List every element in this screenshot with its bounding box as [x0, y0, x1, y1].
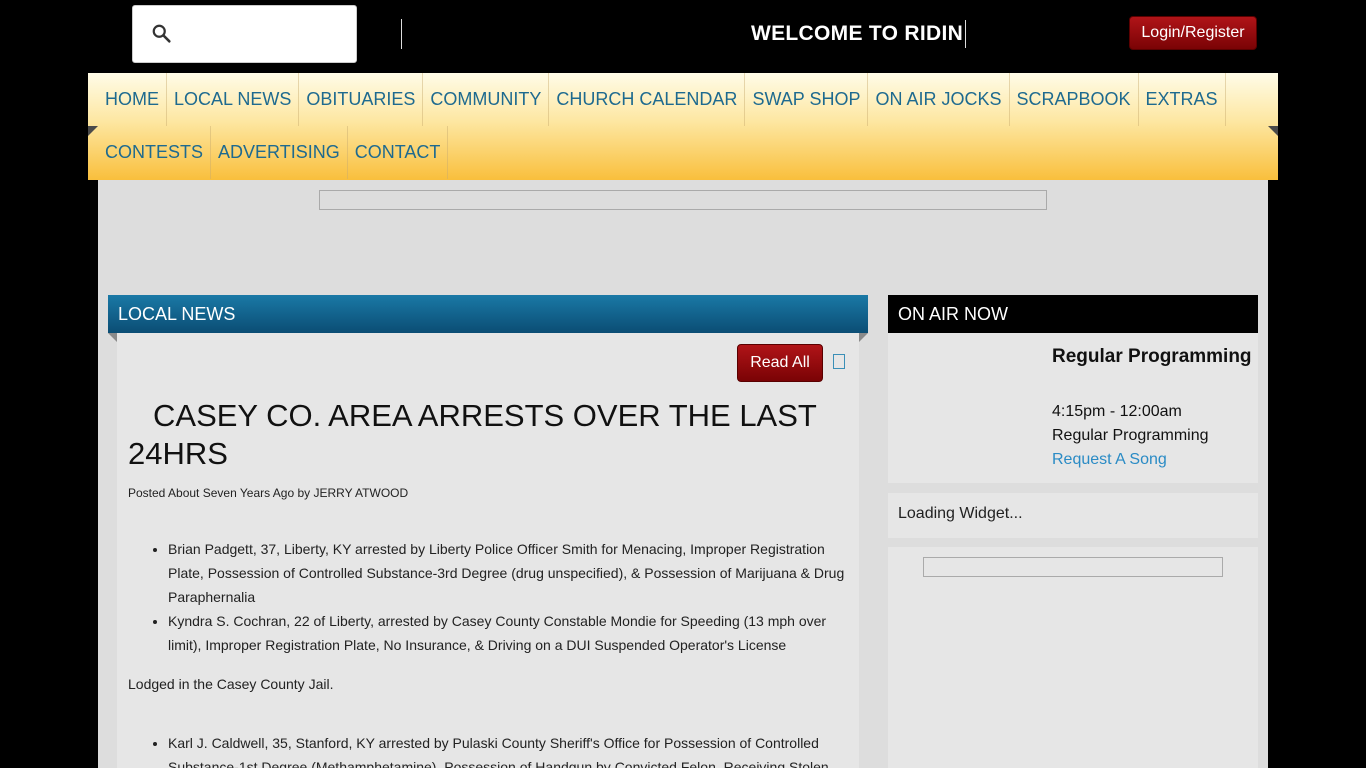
- nav-row-1: HOME LOCAL NEWS OBITUARIES COMMUNITY CHU…: [98, 73, 1226, 126]
- nav-corner-left: [88, 126, 98, 136]
- nav-on-air-jocks[interactable]: ON AIR JOCKS: [868, 73, 1010, 126]
- local-news-heading: LOCAL NEWS: [108, 295, 868, 333]
- widget-loading-text: Loading Widget...: [898, 505, 1023, 522]
- arrest-list-2: Karl J. Caldwell, 35, Stanford, KY arres…: [168, 731, 853, 768]
- nav-swap-shop[interactable]: SWAP SHOP: [745, 73, 869, 126]
- login-register-button[interactable]: Login/Register: [1129, 16, 1257, 50]
- sidebar-ad-panel: [888, 547, 1258, 768]
- request-song-link[interactable]: Request A Song: [1052, 451, 1167, 469]
- search-box[interactable]: [132, 5, 357, 63]
- nav-extras[interactable]: EXTRAS: [1139, 73, 1226, 126]
- on-air-heading: ON AIR NOW: [888, 295, 1258, 333]
- article-byline: Posted About Seven Years Ago by JERRY AT…: [128, 486, 409, 500]
- rss-icon[interactable]: [833, 354, 845, 369]
- article-title[interactable]: CASEY CO. AREA ARRESTS OVER THE LAST 24H…: [128, 397, 848, 473]
- nav-church-calendar[interactable]: CHURCH CALENDAR: [549, 73, 746, 126]
- list-item: Brian Padgett, 37, Liberty, KY arrested …: [168, 537, 853, 609]
- header-divider: [401, 19, 402, 49]
- panel-corner-left: [108, 333, 117, 342]
- nav-contact[interactable]: CONTACT: [348, 126, 449, 179]
- show-name: Regular Programming: [1052, 427, 1209, 444]
- nav-corner-right: [1268, 126, 1278, 136]
- search-icon[interactable]: [151, 23, 173, 45]
- search-input[interactable]: [183, 16, 348, 54]
- marquee-text: WELCOME TO RIDIN: [751, 22, 964, 45]
- banner-ad-image[interactable]: [319, 190, 1047, 210]
- welcome-marquee: WELCOME TO RIDIN: [751, 20, 966, 48]
- show-time: 4:15pm - 12:00am: [1052, 403, 1182, 420]
- nav-row-2: CONTESTS ADVERTISING CONTACT: [98, 126, 449, 179]
- nav-obituaries[interactable]: OBITUARIES: [299, 73, 424, 126]
- lodged-note: Lodged in the Casey County Jail.: [128, 676, 334, 692]
- list-item: Kyndra S. Cochran, 22 of Liberty, arrest…: [168, 609, 853, 657]
- nav-scrapbook[interactable]: SCRAPBOOK: [1010, 73, 1139, 126]
- nav-home[interactable]: HOME: [98, 73, 167, 126]
- read-all-button[interactable]: Read All: [737, 344, 823, 382]
- arrest-list-1: Brian Padgett, 37, Liberty, KY arrested …: [168, 537, 853, 657]
- nav-contests[interactable]: CONTESTS: [98, 126, 212, 179]
- nav-community[interactable]: COMMUNITY: [423, 73, 550, 126]
- sidebar-ad-image[interactable]: [923, 557, 1223, 577]
- list-item: Karl J. Caldwell, 35, Stanford, KY arres…: [168, 731, 853, 768]
- panel-corner-right: [859, 333, 868, 342]
- main-nav: HOME LOCAL NEWS OBITUARIES COMMUNITY CHU…: [88, 73, 1278, 180]
- nav-local-news[interactable]: LOCAL NEWS: [167, 73, 300, 126]
- nav-advertising[interactable]: ADVERTISING: [211, 126, 348, 179]
- show-title: Regular Programming: [1052, 346, 1252, 367]
